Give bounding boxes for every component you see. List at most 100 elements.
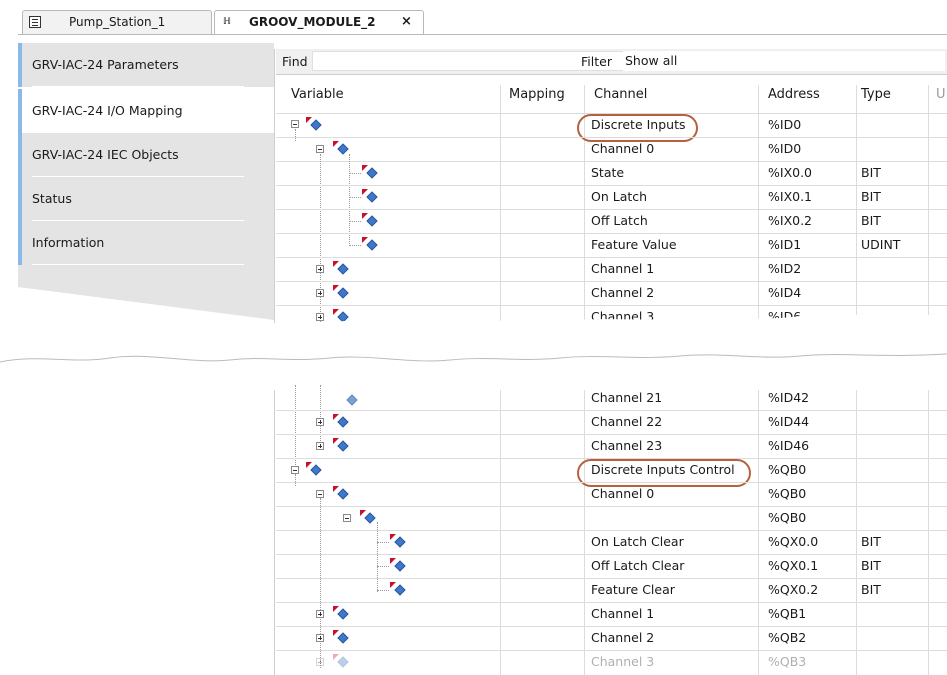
nav-item-parameters[interactable]: GRV-IAC-24 Parameters [18, 43, 274, 87]
input-variable-icon [333, 261, 349, 275]
tree-line [377, 542, 389, 543]
table-cell-channel: Feature Clear [591, 582, 675, 597]
nav-accent [18, 89, 22, 133]
input-variable-icon [333, 438, 349, 452]
tab-groov-module[interactable]: ℍ GROOV_MODULE_2 × [214, 10, 424, 34]
table-cell-address: %ID2 [768, 261, 802, 276]
panel-border [274, 385, 275, 675]
expand-toggle[interactable] [316, 265, 324, 273]
tree-line [349, 245, 361, 246]
output-variable-icon [390, 558, 406, 572]
input-variable-icon [333, 285, 349, 299]
input-variable-icon [362, 213, 378, 227]
filter-label: Filter [581, 54, 612, 69]
tree-line [377, 590, 389, 591]
expand-toggle[interactable] [316, 418, 324, 426]
output-variable-icon [390, 582, 406, 596]
table-cell-type: BIT [861, 165, 881, 180]
column-header-channel[interactable]: Channel [594, 87, 647, 102]
table-cell-channel: Channel 22 [591, 414, 663, 429]
close-icon[interactable]: × [401, 11, 412, 33]
column-header-mapping[interactable]: Mapping [509, 87, 565, 102]
table-cell-type: UDINT [861, 237, 901, 252]
expand-toggle[interactable] [316, 289, 324, 297]
table-cell-address: %ID0 [768, 141, 802, 156]
editor-tab-strip: Pump_Station_1 ℍ GROOV_MODULE_2 × [0, 0, 947, 36]
nav-accent [18, 221, 22, 265]
nav-item-status[interactable]: Status [18, 177, 274, 221]
grid-line [758, 85, 759, 325]
divider [32, 86, 244, 87]
nav-item-iec-objects[interactable]: GRV-IAC-24 IEC Objects [18, 133, 274, 177]
output-variable-icon [306, 462, 322, 476]
input-variable-icon [306, 117, 322, 131]
collapse-toggle[interactable] [316, 145, 324, 153]
expand-toggle[interactable] [316, 658, 324, 666]
column-header-address[interactable]: Address [768, 87, 820, 102]
expand-toggle[interactable] [316, 610, 324, 618]
find-label: Find [282, 54, 308, 69]
grid-line [500, 85, 501, 325]
nav-label: GRV-IAC-24 Parameters [32, 57, 179, 72]
table-cell-channel: On Latch [591, 189, 648, 204]
column-header-unit[interactable]: U [936, 87, 946, 102]
table-cell-address: %QB0 [768, 462, 807, 477]
input-variable-icon [362, 237, 378, 251]
nav-accent [18, 177, 22, 221]
table-cell-channel: Channel 2 [591, 630, 655, 645]
nav-item-io-mapping[interactable]: GRV-IAC-24 I/O Mapping [18, 89, 274, 133]
column-header-variable[interactable]: Variable [291, 87, 344, 102]
table-cell-address: %QB0 [768, 486, 807, 501]
table-cell-channel: State [591, 165, 625, 180]
grid-line [928, 85, 929, 325]
table-cell-channel: On Latch Clear [591, 534, 684, 549]
table-cell-type: BIT [861, 582, 881, 597]
column-header-type[interactable]: Type [861, 87, 891, 102]
table-cell-address: %ID46 [768, 438, 810, 453]
table-cell-type: BIT [861, 189, 881, 204]
collapse-toggle[interactable] [343, 514, 351, 522]
output-variable-icon [333, 486, 349, 500]
divider [32, 264, 244, 265]
output-variable-icon [390, 534, 406, 548]
tab-pump-station[interactable]: Pump_Station_1 [22, 10, 212, 34]
tree-line [349, 221, 361, 222]
nav-label: GRV-IAC-24 I/O Mapping [32, 103, 183, 118]
input-variable-icon [362, 165, 378, 179]
row-line [276, 506, 947, 507]
tree-line [349, 197, 361, 198]
panel-border [274, 49, 275, 324]
table-cell-channel: Channel 21 [591, 390, 663, 405]
table-cell-channel: Channel 0 [591, 486, 655, 501]
filter-select[interactable]: Show all [623, 51, 945, 71]
table-cell-address: %ID42 [768, 390, 810, 405]
table-cell-type: BIT [861, 558, 881, 573]
collapse-toggle[interactable] [291, 466, 299, 474]
table-cell-address: %ID0 [768, 117, 802, 132]
tree-line [320, 154, 321, 324]
table-cell-channel: Channel 23 [591, 438, 663, 453]
tree-line [377, 566, 389, 567]
grid-line [856, 85, 857, 325]
table-cell-channel: Channel 3 [591, 654, 655, 669]
tab-label: Pump_Station_1 [69, 15, 166, 29]
collapse-toggle[interactable] [316, 490, 324, 498]
expand-toggle[interactable] [316, 442, 324, 450]
collapse-toggle[interactable] [291, 120, 299, 128]
table-cell-address: %QB0 [768, 510, 807, 525]
table-cell-channel: Off Latch [591, 213, 648, 228]
find-filter-bar: Find Filter Show all [276, 49, 947, 75]
nav-accent [18, 133, 22, 177]
input-variable-icon [362, 189, 378, 203]
table-cell-channel: Channel 1 [591, 261, 655, 276]
table-cell-address: %QX0.1 [768, 558, 819, 573]
table-cell-address: %IX0.1 [768, 189, 813, 204]
tree-line [295, 385, 296, 469]
table-cell-address: %QB2 [768, 630, 807, 645]
expand-toggle[interactable] [316, 634, 324, 642]
table-cell-type: BIT [861, 213, 881, 228]
nav-item-information[interactable]: Information [18, 221, 274, 265]
table-cell-address: %IX0.0 [768, 165, 813, 180]
nav-accent [18, 43, 22, 87]
input-variable-icon [333, 414, 349, 428]
